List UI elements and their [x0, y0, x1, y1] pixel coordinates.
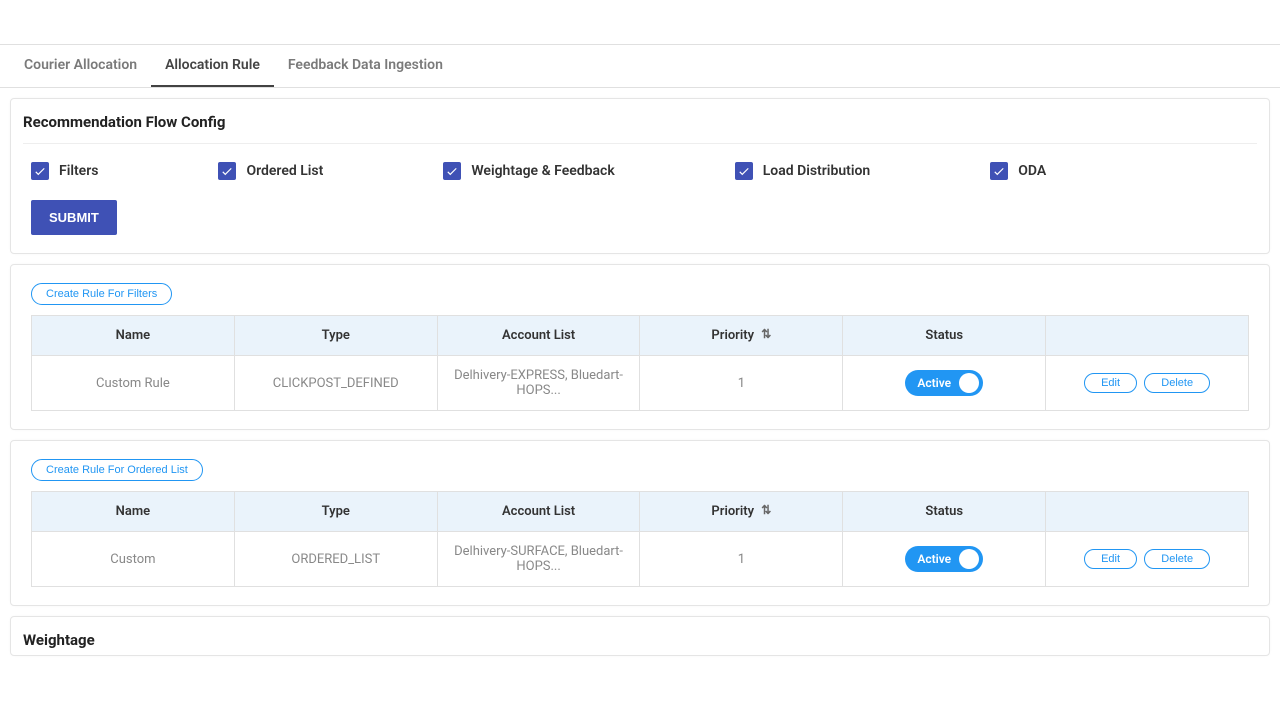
cell-priority: 1 — [640, 532, 843, 587]
top-bar — [0, 0, 1280, 45]
checkbox-ordered-list[interactable]: Ordered List — [218, 162, 323, 180]
submit-button[interactable]: SUBMIT — [31, 200, 117, 235]
col-type: Type — [234, 316, 437, 356]
checkbox-label: Ordered List — [246, 163, 323, 179]
checkbox-oda[interactable]: ODA — [990, 162, 1046, 180]
status-toggle[interactable]: Active — [905, 546, 983, 572]
tab-allocation-rule[interactable]: Allocation Rule — [151, 45, 274, 87]
checkbox-label: Weightage & Feedback — [471, 163, 614, 179]
check-icon — [443, 162, 461, 180]
cell-name: Custom — [32, 532, 235, 587]
checkbox-label: ODA — [1018, 163, 1046, 179]
cell-account-list: Delhivery-SURFACE, Bluedart-HOPS... — [437, 532, 640, 587]
checkbox-filters[interactable]: Filters — [31, 162, 98, 180]
cell-type: CLICKPOST_DEFINED — [234, 356, 437, 411]
col-priority-label: Priority — [711, 328, 754, 343]
delete-button[interactable]: Delete — [1144, 549, 1210, 569]
checkbox-label: Filters — [59, 163, 98, 179]
col-account-list: Account List — [437, 492, 640, 532]
filters-table: Name Type Account List Priority ⇅ Status… — [31, 315, 1249, 411]
col-priority-label: Priority — [711, 504, 754, 519]
table-row: Custom ORDERED_LIST Delhivery-SURFACE, B… — [32, 532, 1249, 587]
sort-icon: ⇅ — [761, 327, 771, 341]
check-icon — [31, 162, 49, 180]
checkbox-row: Filters Ordered List Weightage & Feedbac… — [23, 162, 1257, 200]
weightage-title: Weightage — [23, 631, 1257, 649]
col-account-list: Account List — [437, 316, 640, 356]
col-priority[interactable]: Priority ⇅ — [640, 316, 843, 356]
config-card: Recommendation Flow Config Filters Order… — [10, 98, 1270, 254]
check-icon — [735, 162, 753, 180]
create-rule-filters-button[interactable]: Create Rule For Filters — [31, 283, 172, 305]
cell-status: Active — [843, 532, 1046, 587]
col-name: Name — [32, 316, 235, 356]
toggle-label: Active — [917, 552, 951, 566]
checkbox-label: Load Distribution — [763, 163, 870, 179]
check-icon — [990, 162, 1008, 180]
cell-priority: 1 — [640, 356, 843, 411]
weightage-card: Weightage — [10, 616, 1270, 656]
create-rule-ordered-list-button[interactable]: Create Rule For Ordered List — [31, 459, 203, 481]
checkbox-load-distribution[interactable]: Load Distribution — [735, 162, 870, 180]
toggle-knob — [959, 373, 979, 393]
edit-button[interactable]: Edit — [1084, 549, 1137, 569]
cell-name: Custom Rule — [32, 356, 235, 411]
cell-type: ORDERED_LIST — [234, 532, 437, 587]
toggle-label: Active — [917, 376, 951, 390]
table-row: Custom Rule CLICKPOST_DEFINED Delhivery-… — [32, 356, 1249, 411]
toggle-knob — [959, 549, 979, 569]
col-type: Type — [234, 492, 437, 532]
table-header-row: Name Type Account List Priority ⇅ Status — [32, 316, 1249, 356]
filters-card: Create Rule For Filters Name Type Accoun… — [10, 264, 1270, 430]
ordered-list-table: Name Type Account List Priority ⇅ Status… — [31, 491, 1249, 587]
col-status: Status — [843, 492, 1046, 532]
status-toggle[interactable]: Active — [905, 370, 983, 396]
cell-account-list: Delhivery-EXPRESS, Bluedart-HOPS... — [437, 356, 640, 411]
tab-bar: Courier Allocation Allocation Rule Feedb… — [0, 45, 1280, 88]
tab-feedback-data-ingestion[interactable]: Feedback Data Ingestion — [274, 45, 457, 87]
cell-status: Active — [843, 356, 1046, 411]
col-name: Name — [32, 492, 235, 532]
sort-icon: ⇅ — [761, 503, 771, 517]
col-priority[interactable]: Priority ⇅ — [640, 492, 843, 532]
col-status: Status — [843, 316, 1046, 356]
config-title: Recommendation Flow Config — [23, 113, 1257, 144]
cell-actions: Edit Delete — [1046, 532, 1249, 587]
col-actions — [1046, 316, 1249, 356]
col-actions — [1046, 492, 1249, 532]
cell-actions: Edit Delete — [1046, 356, 1249, 411]
ordered-list-card: Create Rule For Ordered List Name Type A… — [10, 440, 1270, 606]
check-icon — [218, 162, 236, 180]
table-header-row: Name Type Account List Priority ⇅ Status — [32, 492, 1249, 532]
edit-button[interactable]: Edit — [1084, 373, 1137, 393]
checkbox-weightage[interactable]: Weightage & Feedback — [443, 162, 614, 180]
delete-button[interactable]: Delete — [1144, 373, 1210, 393]
tab-courier-allocation[interactable]: Courier Allocation — [10, 45, 151, 87]
